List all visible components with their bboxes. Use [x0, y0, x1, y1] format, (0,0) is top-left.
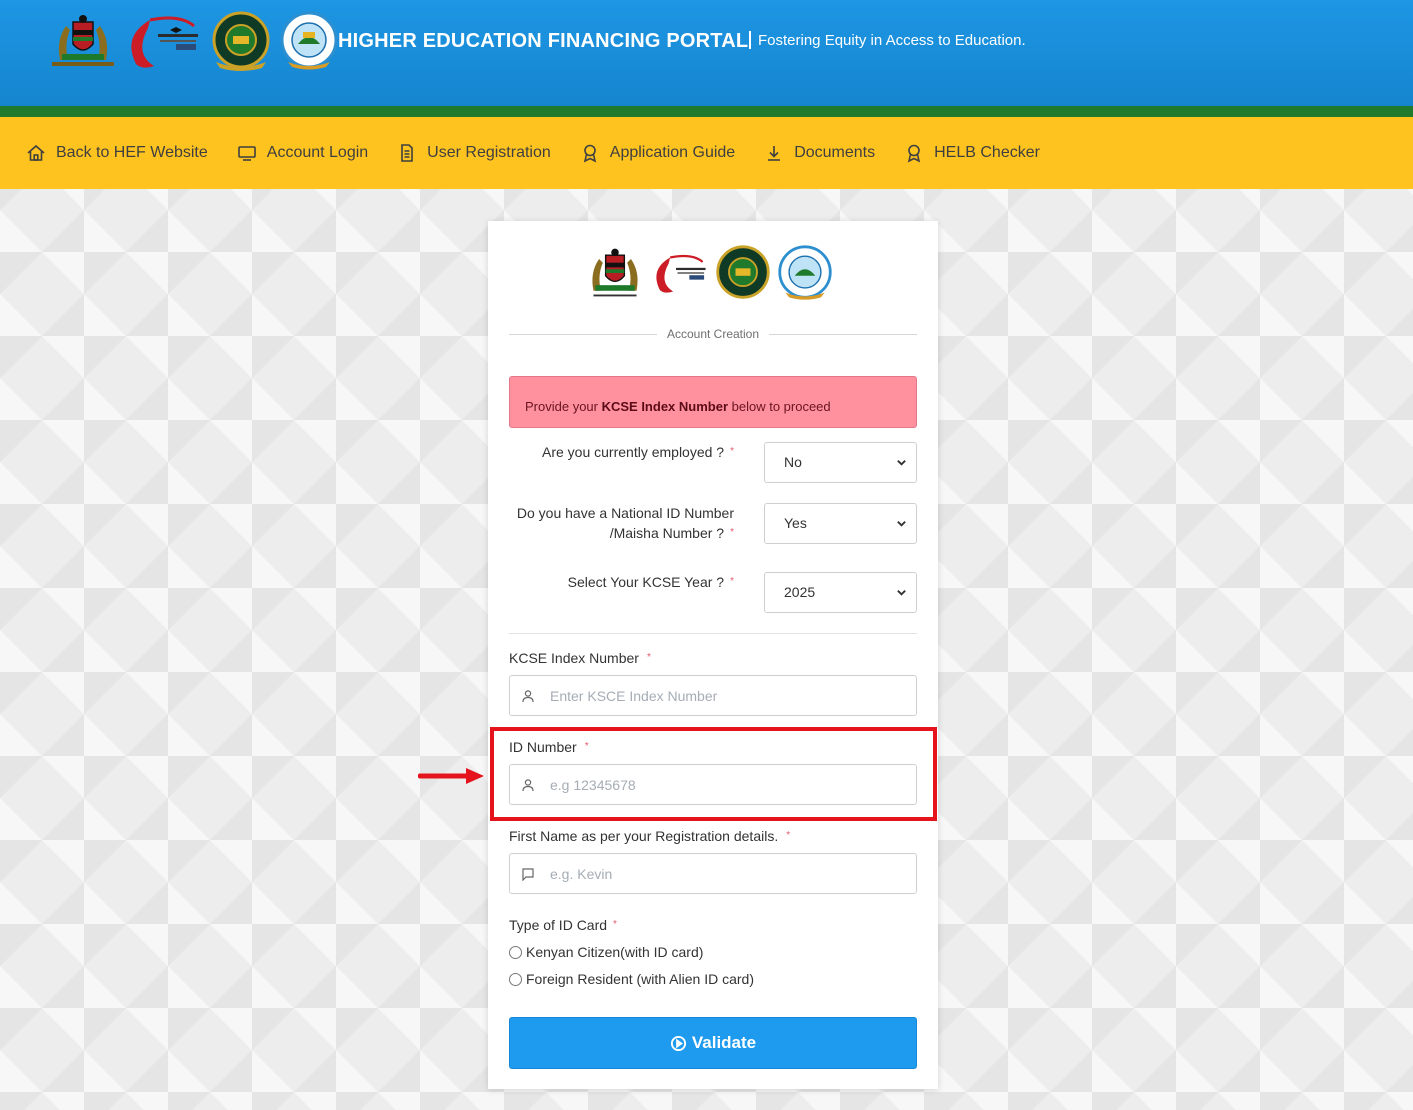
alert-bold: KCSE Index Number: [601, 399, 729, 414]
nav-item-label: Back to HEF Website: [56, 144, 208, 161]
kcse-index-input[interactable]: [550, 676, 910, 715]
kcse-year-select[interactable]: 2025: [764, 572, 917, 613]
annotation-arrow-icon: [418, 768, 484, 784]
card-logo-row: [586, 243, 834, 303]
section-divider: Account Creation: [509, 325, 917, 343]
form-divider: [509, 633, 917, 634]
helb-seal-logo: [210, 10, 272, 72]
message-square-icon: [521, 867, 535, 882]
nav-item-label: Account Login: [266, 144, 369, 161]
employed-select[interactable]: No: [764, 442, 917, 483]
header-green-strip: [0, 106, 1413, 117]
nav-item-label: Documents: [794, 144, 876, 161]
ministry-of-education-logo: [120, 10, 204, 72]
chevron-down-icon: [897, 590, 906, 596]
radio-kenyan-citizen[interactable]: Kenyan Citizen(with ID card): [509, 944, 703, 960]
nav-item-label: User Registration: [427, 144, 551, 161]
nav-item-back-to-hef-website[interactable]: Back to HEF Website: [26, 143, 208, 163]
national-id-row: Do you have a National ID Number /Maisha…: [509, 503, 917, 544]
universities-fund-seal-logo: [776, 243, 834, 303]
section-title: Account Creation: [666, 327, 760, 341]
download-icon: [764, 143, 784, 163]
award-icon: [904, 143, 924, 163]
portal-tagline: Fostering Equity in Access to Education.: [758, 32, 1026, 49]
id-card-type-label: Type of ID Card *: [509, 917, 617, 933]
kenya-coat-of-arms-logo: [52, 10, 114, 72]
radio-label: Kenyan Citizen(with ID card): [526, 944, 704, 960]
kcse-alert: Provide your KCSE Index Number below to …: [509, 376, 917, 428]
monitor-icon: [237, 143, 257, 163]
nav-item-label: Application Guide: [609, 144, 736, 161]
helb-seal-logo: [714, 243, 772, 303]
document-icon: [397, 143, 417, 163]
employed-row: Are you currently employed ? * No: [509, 442, 917, 483]
kenya-coat-of-arms-logo: [586, 243, 644, 303]
account-creation-card: Account Creation Provide your KCSE Index…: [488, 221, 938, 1089]
universities-fund-seal-logo: [278, 10, 340, 72]
header-logo-row: [52, 10, 340, 72]
radio-button[interactable]: [509, 945, 522, 959]
ministry-of-education-logo: [648, 243, 710, 303]
nav-item-label: HELB Checker: [934, 144, 1040, 161]
kcse-year-label: Select Your KCSE Year ? *: [567, 574, 734, 590]
first-name-input[interactable]: [550, 854, 910, 893]
national-id-label: Do you have a National ID Number /Maisha…: [516, 505, 734, 541]
national-id-select[interactable]: Yes: [764, 503, 917, 544]
validate-button[interactable]: Validate: [509, 1017, 917, 1069]
portal-title: HIGHER EDUCATION FINANCING PORTAL: [338, 30, 749, 52]
home-icon: [26, 143, 46, 163]
nav-item-helb-checker[interactable]: HELB Checker: [904, 143, 1040, 163]
id-number-highlight-box: [490, 727, 937, 821]
nav-item-application-guide[interactable]: Application Guide: [580, 143, 735, 163]
alert-suffix: below to proceed: [728, 399, 831, 414]
nav-item-user-registration[interactable]: User Registration: [397, 143, 551, 163]
chevron-down-icon: [897, 521, 906, 527]
employed-label: Are you currently employed ? *: [542, 444, 734, 460]
nav-item-account-login[interactable]: Account Login: [237, 143, 368, 163]
alert-prefix: Provide your: [525, 399, 602, 414]
radio-button[interactable]: [509, 972, 522, 986]
title-separator: [749, 31, 751, 49]
kcse-index-field: [509, 675, 917, 716]
kcse-year-row: Select Your KCSE Year ? * 2025: [509, 572, 917, 613]
radio-label: Foreign Resident (with Alien ID card): [526, 971, 754, 987]
user-icon: [521, 689, 535, 703]
chevron-down-icon: [897, 460, 906, 466]
nav-item-documents[interactable]: Documents: [764, 143, 875, 163]
award-icon: [580, 143, 600, 163]
validate-label: Validate: [691, 1033, 757, 1052]
play-circle-icon: [670, 1035, 686, 1051]
kcse-index-label: KCSE Index Number *: [509, 650, 651, 666]
radio-foreign-resident[interactable]: Foreign Resident (with Alien ID card): [509, 971, 754, 987]
first-name-field: [509, 853, 917, 894]
nav-bar: Back to HEF Website Account Login User R…: [0, 117, 1413, 189]
first-name-label: First Name as per your Registration deta…: [509, 828, 791, 844]
